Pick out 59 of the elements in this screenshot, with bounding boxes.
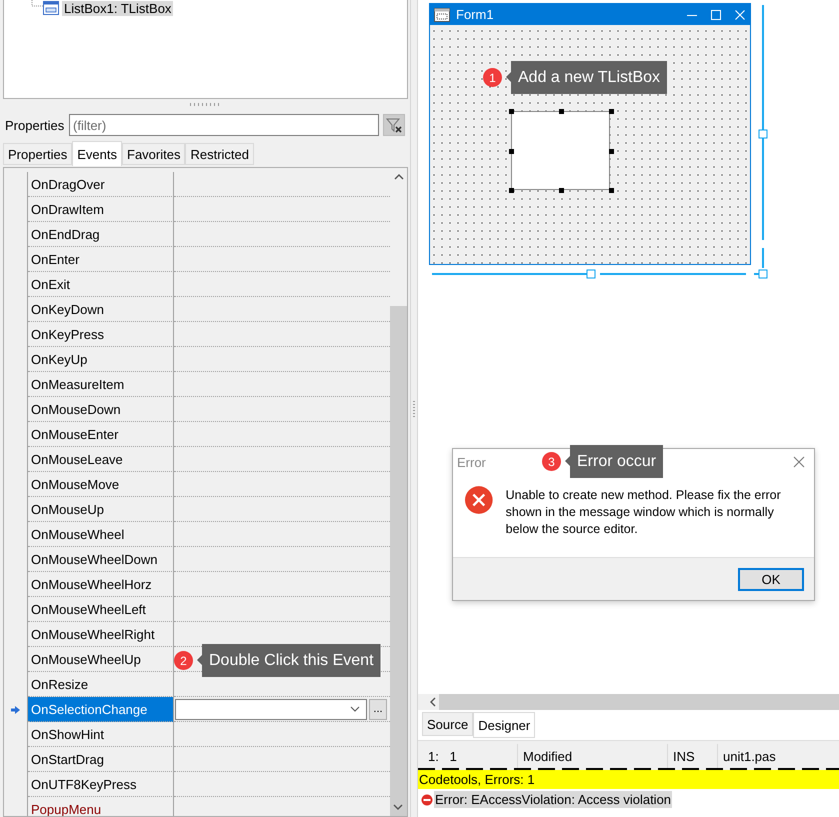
error-icon bbox=[464, 485, 494, 515]
event-name[interactable]: OnEndDrag bbox=[28, 222, 174, 247]
status-field: Modified bbox=[518, 744, 668, 768]
event-name[interactable]: OnUTF8KeyPress bbox=[28, 772, 174, 797]
event-name[interactable]: OnKeyUp bbox=[28, 347, 174, 372]
inspector-tab[interactable]: Restricted bbox=[185, 143, 254, 165]
filter-label: Properties bbox=[5, 118, 65, 132]
status-field: INS bbox=[668, 744, 718, 768]
event-name[interactable]: OnMouseLeave bbox=[28, 447, 174, 472]
message-item[interactable]: Error: EAccessViolation: Access violation bbox=[434, 791, 672, 808]
event-name[interactable]: OnKeyDown bbox=[28, 297, 174, 322]
event-name[interactable]: OnMouseUp bbox=[28, 497, 174, 522]
maximize-icon[interactable] bbox=[710, 8, 722, 20]
event-name[interactable]: OnMeasureItem bbox=[28, 372, 174, 397]
event-name[interactable]: OnMouseWheel bbox=[28, 522, 174, 547]
event-name[interactable]: PopupMenu bbox=[28, 797, 174, 816]
editor-tab[interactable]: Source bbox=[422, 712, 474, 736]
callout-tooltip: Double Click this Event bbox=[197, 644, 381, 677]
event-name[interactable]: OnStartDrag bbox=[28, 747, 174, 772]
callout-tooltip: Add a new TListBox bbox=[506, 61, 668, 94]
tree-item[interactable]: ListBox1: TListBox bbox=[62, 0, 174, 16]
error-message: Unable to create new method. Please fix the error shown in the message window which is normally below the source editor. bbox=[506, 487, 782, 538]
editor-tab[interactable]: Designer bbox=[473, 712, 536, 738]
event-name[interactable]: OnMouseMove bbox=[28, 472, 174, 497]
edit-handler-button[interactable]: ... bbox=[369, 698, 387, 720]
messages-header: Codetools, Errors: 1 bbox=[418, 770, 839, 789]
clear-filter-button[interactable] bbox=[383, 114, 405, 136]
event-name[interactable]: OnDragOver bbox=[28, 172, 174, 197]
status-field: unit1.pas bbox=[718, 744, 839, 768]
event-name[interactable]: OnMouseWheelRight bbox=[28, 622, 174, 647]
event-name[interactable]: OnSelectionChange bbox=[28, 697, 174, 722]
scroll-down-icon[interactable] bbox=[393, 804, 403, 810]
ok-button[interactable]: OK bbox=[738, 568, 804, 590]
event-name[interactable]: OnEnter bbox=[28, 247, 174, 272]
event-name[interactable]: OnDrawItem bbox=[28, 197, 174, 222]
event-name[interactable]: OnShowHint bbox=[28, 722, 174, 747]
inspector-tab[interactable]: Properties bbox=[3, 143, 72, 165]
close-icon[interactable] bbox=[793, 456, 805, 468]
filter-field[interactable]: (filter) bbox=[69, 114, 379, 136]
scroll-left-icon[interactable] bbox=[429, 697, 437, 707]
handler-combobox[interactable] bbox=[175, 698, 367, 720]
event-name[interactable]: OnExit bbox=[28, 272, 174, 297]
current-row-arrow-icon bbox=[11, 706, 20, 714]
inspector-tab[interactable]: Events bbox=[72, 141, 122, 166]
event-name[interactable]: OnMouseWheelLeft bbox=[28, 597, 174, 622]
callout-tooltip: Error occur bbox=[565, 445, 664, 478]
scroll-up-icon[interactable] bbox=[394, 174, 404, 180]
event-name[interactable]: OnMouseWheelDown bbox=[28, 547, 174, 572]
event-name[interactable]: OnMouseWheelUp bbox=[28, 647, 174, 672]
window-title: Form1 bbox=[456, 7, 495, 22]
event-name[interactable]: OnMouseEnter bbox=[28, 422, 174, 447]
status-field: 1: 1 bbox=[418, 744, 518, 768]
event-name[interactable]: OnKeyPress bbox=[28, 322, 174, 347]
form-icon bbox=[434, 8, 450, 22]
stop-icon bbox=[421, 794, 433, 806]
event-name[interactable]: OnMouseWheelHorz bbox=[28, 572, 174, 597]
inspector-tab[interactable]: Favorites bbox=[122, 143, 186, 165]
dialog-title: Error bbox=[457, 454, 486, 470]
event-name[interactable]: OnMouseDown bbox=[28, 397, 174, 422]
